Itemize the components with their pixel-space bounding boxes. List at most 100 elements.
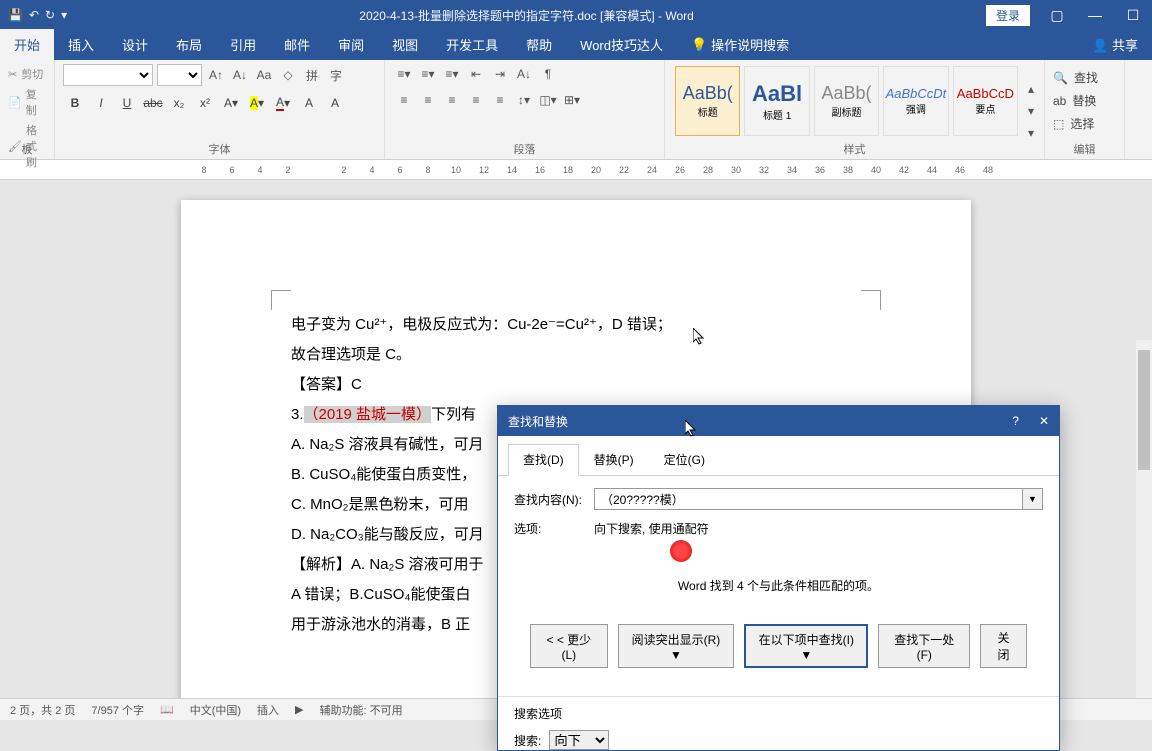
align-right-button[interactable]: ≡ — [441, 90, 463, 110]
styles-up-icon[interactable]: ▴ — [1020, 79, 1042, 99]
line-spacing-button[interactable]: ↕▾ — [513, 90, 535, 110]
find-in-button[interactable]: 在以下项中查找(I) ▼ — [744, 624, 868, 668]
borders-button[interactable]: ⊞▾ — [561, 90, 583, 110]
tab-goto[interactable]: 定位(G) — [649, 444, 720, 475]
save-icon[interactable]: 💾 — [8, 8, 23, 22]
style-subtitle[interactable]: AaBb(副标题 — [814, 66, 879, 136]
scrollbar-thumb[interactable] — [1138, 350, 1150, 470]
ribbon-display-icon[interactable]: ▢ — [1038, 0, 1076, 30]
show-marks-button[interactable]: ¶ — [537, 64, 559, 84]
shading-button[interactable]: ◫▾ — [537, 90, 559, 110]
tab-review[interactable]: 审阅 — [324, 29, 378, 60]
language[interactable]: 中文(中国) — [190, 702, 241, 718]
superscript-button[interactable]: x² — [193, 92, 217, 114]
spell-icon[interactable]: 📖 — [160, 703, 174, 716]
styles-down-icon[interactable]: ▾ — [1020, 101, 1042, 121]
underline-button[interactable]: U — [115, 92, 139, 114]
style-strong[interactable]: AaBbCcD要点 — [953, 66, 1018, 136]
ribbon: ✂剪切 📄复制 🖌格式刷 板 A↑ A↓ Aa ◇ 拼 字 B I U abc … — [0, 60, 1152, 160]
search-direction-select[interactable]: 向下 — [549, 730, 609, 750]
tab-insert[interactable]: 插入 — [54, 29, 108, 60]
clear-format-icon[interactable]: ◇ — [278, 65, 298, 85]
find-button[interactable]: 🔍查找 — [1053, 66, 1116, 89]
doc-line[interactable]: 电子变为 Cu²⁺，电极反应式为：Cu-2e⁻=Cu²⁺，D 错误； — [291, 310, 861, 340]
doc-line[interactable]: 故合理选项是 C。 — [291, 340, 861, 370]
find-dropdown-icon[interactable]: ▼ — [1023, 488, 1043, 510]
char-shading-button[interactable]: A — [323, 92, 347, 114]
grow-font-icon[interactable]: A↑ — [206, 65, 226, 85]
cut-button[interactable]: ✂剪切 — [8, 64, 46, 84]
reading-highlight-button[interactable]: 阅读突出显示(R) ▼ — [618, 624, 734, 668]
tab-find[interactable]: 查找(D) — [508, 444, 579, 476]
page-count[interactable]: 2 页，共 2 页 — [10, 702, 75, 718]
dialog-titlebar[interactable]: 查找和替换 ? ✕ — [498, 406, 1059, 436]
strike-button[interactable]: abc — [141, 92, 165, 114]
change-case-icon[interactable]: Aa — [254, 65, 274, 85]
less-button[interactable]: < < 更少(L) — [530, 624, 608, 668]
tab-addin[interactable]: Word技巧达人 — [566, 29, 677, 60]
font-color-button[interactable]: A▾ — [271, 92, 295, 114]
char-border-button[interactable]: A — [297, 92, 321, 114]
tab-layout[interactable]: 布局 — [162, 29, 216, 60]
enclose-icon[interactable]: 字 — [326, 65, 346, 85]
style-heading1[interactable]: AaBl标题 1 — [744, 66, 809, 136]
insert-mode[interactable]: 插入 — [257, 702, 279, 718]
tab-replace[interactable]: 替换(P) — [579, 444, 649, 475]
minimize-icon[interactable]: — — [1076, 0, 1114, 30]
tab-home[interactable]: 开始 — [0, 29, 54, 60]
margin-mark — [271, 290, 291, 310]
vertical-scrollbar[interactable] — [1136, 340, 1152, 710]
options-value: 向下搜索, 使用通配符 — [594, 520, 709, 537]
doc-line[interactable]: 【答案】C — [291, 370, 861, 400]
decrease-indent-button[interactable]: ⇤ — [465, 64, 487, 84]
shrink-font-icon[interactable]: A↓ — [230, 65, 250, 85]
tab-developer[interactable]: 开发工具 — [432, 29, 512, 60]
share-button[interactable]: 👤 共享 — [1078, 29, 1152, 60]
accessibility[interactable]: 辅助功能: 不可用 — [320, 702, 403, 718]
align-center-button[interactable]: ≡ — [417, 90, 439, 110]
find-next-button[interactable]: 查找下一处(F) — [878, 624, 970, 668]
tab-references[interactable]: 引用 — [216, 29, 270, 60]
phonetic-icon[interactable]: 拼 — [302, 65, 322, 85]
tab-help[interactable]: 帮助 — [512, 29, 566, 60]
multilevel-button[interactable]: ≡▾ — [441, 64, 463, 84]
increase-indent-button[interactable]: ⇥ — [489, 64, 511, 84]
find-input[interactable] — [594, 488, 1023, 510]
close-icon[interactable]: ✕ — [1039, 414, 1049, 428]
close-button[interactable]: 关闭 — [980, 624, 1027, 668]
copy-button[interactable]: 📄复制 — [8, 84, 46, 120]
font-size-select[interactable] — [157, 64, 202, 86]
tab-mailings[interactable]: 邮件 — [270, 29, 324, 60]
select-button[interactable]: ⬚选择 — [1053, 112, 1116, 135]
word-count[interactable]: 7/957 个字 — [91, 702, 144, 718]
replace-button[interactable]: ab替换 — [1053, 89, 1116, 112]
distributed-button[interactable]: ≡ — [489, 90, 511, 110]
macro-icon[interactable]: ▶ — [295, 703, 303, 716]
highlight-button[interactable]: A▾ — [245, 92, 269, 114]
subscript-button[interactable]: x₂ — [167, 92, 191, 114]
ribbon-tabs: 开始 插入 设计 布局 引用 邮件 审阅 视图 开发工具 帮助 Word技巧达人… — [0, 30, 1152, 60]
tab-design[interactable]: 设计 — [108, 29, 162, 60]
style-title[interactable]: AaBb(标题 — [675, 66, 740, 136]
login-button[interactable]: 登录 — [986, 5, 1030, 26]
italic-button[interactable]: I — [89, 92, 113, 114]
maximize-icon[interactable]: ☐ — [1114, 0, 1152, 30]
style-emphasis[interactable]: AaBbCcDt强调 — [883, 66, 948, 136]
font-family-select[interactable] — [63, 64, 153, 86]
align-left-button[interactable]: ≡ — [393, 90, 415, 110]
copy-icon: 📄 — [8, 96, 22, 109]
bold-button[interactable]: B — [63, 92, 87, 114]
numbering-button[interactable]: ≡▾ — [417, 64, 439, 84]
text-effects-button[interactable]: A▾ — [219, 92, 243, 114]
bullets-button[interactable]: ≡▾ — [393, 64, 415, 84]
sort-button[interactable]: A↓ — [513, 64, 535, 84]
redo-icon[interactable]: ↻ — [45, 8, 55, 22]
styles-more-icon[interactable]: ▾ — [1020, 123, 1042, 143]
justify-button[interactable]: ≡ — [465, 90, 487, 110]
tab-view[interactable]: 视图 — [378, 29, 432, 60]
help-icon[interactable]: ? — [1012, 414, 1019, 428]
cursor-icon — [693, 328, 707, 346]
tell-me[interactable]: 💡操作说明搜索 — [677, 29, 803, 60]
ruler[interactable]: 8642246810121416182022242628303234363840… — [0, 160, 1152, 180]
undo-icon[interactable]: ↶ — [29, 8, 39, 22]
